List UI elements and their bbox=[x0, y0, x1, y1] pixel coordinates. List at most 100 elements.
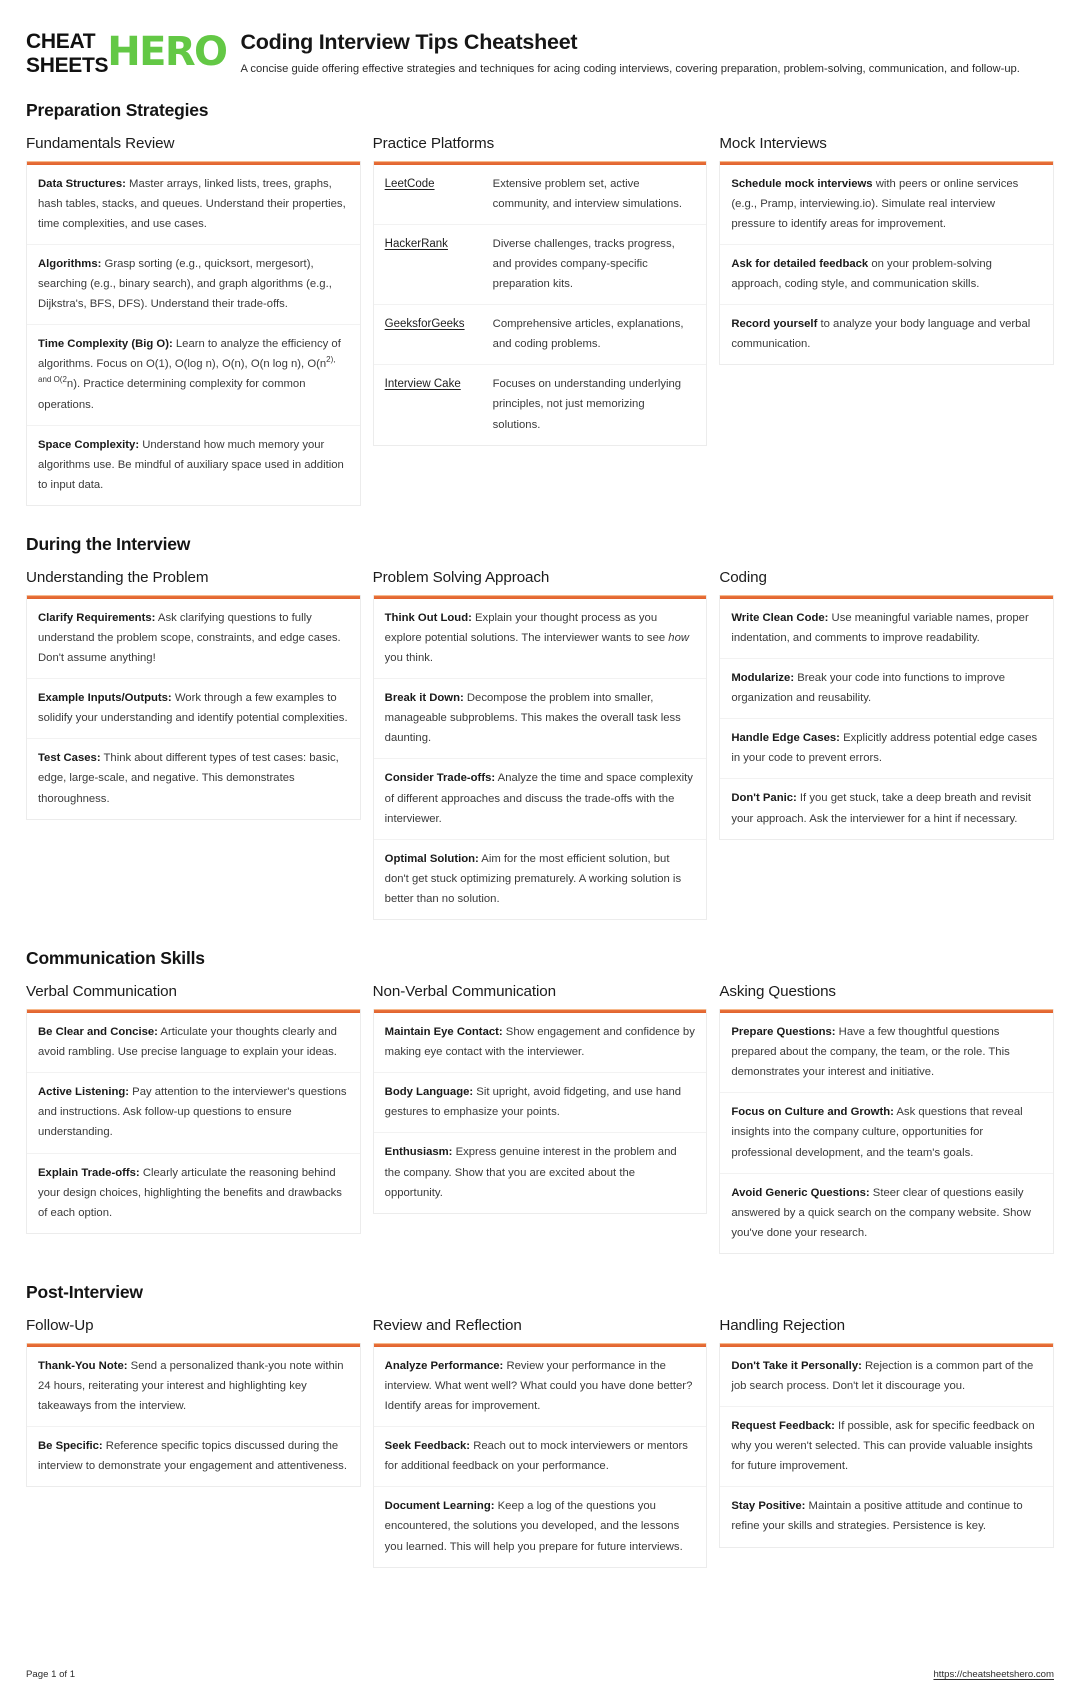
list-item: Seek Feedback: Reach out to mock intervi… bbox=[373, 1426, 707, 1486]
list-item: Don't Panic: If you get stuck, take a de… bbox=[720, 778, 1053, 838]
tip-term: Schedule mock interviews bbox=[731, 177, 873, 190]
card-column: Non-Verbal Communication Maintain Eye Con… bbox=[372, 983, 708, 1228]
card-column: Follow-Up Thank-You Note: Send a personal… bbox=[26, 1317, 361, 1501]
tip-term: Enthusiasm: bbox=[384, 1146, 453, 1159]
tip-term: Avoid Generic Questions: bbox=[731, 1186, 870, 1199]
list-item: Example Inputs/Outputs: Work through a f… bbox=[27, 678, 360, 738]
tip-term: Don't Panic: bbox=[731, 792, 797, 805]
card-title: Understanding the Problem bbox=[26, 568, 209, 586]
tip-term: Test Cases: bbox=[38, 752, 101, 765]
list-item: Stay Positive: Maintain a positive attit… bbox=[720, 1486, 1053, 1546]
tip-term: Clarify Requirements: bbox=[38, 611, 156, 624]
tip-term: Handle Edge Cases: bbox=[731, 732, 840, 745]
card-column: Asking Questions Prepare Questions: Have … bbox=[719, 983, 1054, 1268]
content-card: Write Clean Code: Use meaningful variabl… bbox=[719, 594, 1054, 840]
tip-term: Break it Down: bbox=[384, 692, 464, 705]
card-column: Understanding the Problem Clarify Require… bbox=[26, 569, 361, 834]
tip-term: Space Complexity: bbox=[38, 438, 140, 451]
tip-term: Maintain Eye Contact: bbox=[384, 1026, 503, 1039]
tip-term: Example Inputs/Outputs: bbox=[38, 692, 172, 705]
tip-term: Algorithms: bbox=[38, 257, 102, 270]
tip-term: Record yourself bbox=[731, 318, 818, 331]
table-row: GeeksforGeeks Comprehensive articles, exp… bbox=[373, 304, 707, 364]
page-subtitle: A concise guide offering effective strat… bbox=[240, 62, 1020, 75]
content-card: Prepare Questions: Have a few thoughtful… bbox=[719, 1009, 1054, 1254]
list-item: Data Structures: Master arrays, linked l… bbox=[27, 165, 360, 244]
tip-term: Analyze Performance: bbox=[384, 1359, 504, 1372]
title-block: Coding Interview Tips Cheatsheet A conci… bbox=[240, 28, 1054, 78]
content-card: Data Structures: Master arrays, linked l… bbox=[26, 160, 361, 506]
tip-term: Seek Feedback: bbox=[384, 1440, 471, 1453]
platform-name-link[interactable]: Interview Cake bbox=[385, 374, 483, 394]
page-number-label: Page 1 of 1 bbox=[26, 1668, 76, 1680]
card-title: Asking Questions bbox=[719, 983, 836, 1001]
tip-text-continued: n). Practice determining complexity for … bbox=[38, 378, 306, 411]
brand-logo-line2: SHEETS bbox=[26, 53, 109, 77]
list-item: Modularize: Break your code into functio… bbox=[720, 658, 1053, 718]
card-column: Coding Write Clean Code: Use meaningful v… bbox=[719, 569, 1054, 854]
table-row: Interview Cake Focuses on understanding u… bbox=[373, 364, 707, 444]
platform-name-link[interactable]: HackerRank bbox=[385, 234, 483, 254]
platform-description: Comprehensive articles, explanations, an… bbox=[492, 318, 684, 351]
bottom-spacer bbox=[26, 1582, 1054, 1702]
card-title: Non-Verbal Communication bbox=[372, 983, 556, 1001]
section-heading: Post-Interview bbox=[26, 1281, 143, 1302]
table-row: LeetCode Extensive problem set, active co… bbox=[374, 165, 707, 224]
tip-term: Body Language: bbox=[384, 1086, 474, 1099]
site-url-link[interactable]: https://cheatsheetshero.com bbox=[933, 1669, 1054, 1680]
list-item: Space Complexity: Understand how much me… bbox=[27, 424, 360, 505]
list-item: Prepare Questions: Have a few thoughtful… bbox=[720, 1013, 1053, 1092]
platform-name-link[interactable]: LeetCode bbox=[385, 174, 483, 194]
tip-term: Document Learning: bbox=[384, 1500, 495, 1513]
list-item: Don't Take it Personally: Rejection is a… bbox=[720, 1347, 1053, 1406]
list-item: Clarify Requirements: Ask clarifying que… bbox=[27, 599, 360, 678]
content-card: Thank-You Note: Send a personalized than… bbox=[26, 1342, 361, 1488]
list-item: Enthusiasm: Express genuine interest in … bbox=[373, 1132, 707, 1212]
list-item: Body Language: Sit upright, avoid fidget… bbox=[373, 1072, 707, 1132]
table-row: HackerRank Diverse challenges, tracks pro… bbox=[373, 223, 707, 304]
brand-logo-cheatsheets: CHEAT SHEETS bbox=[26, 30, 109, 77]
section-grid: Fundamentals Review Data Structures: Mast… bbox=[26, 135, 1054, 520]
card-column: Fundamentals Review Data Structures: Mast… bbox=[26, 135, 361, 520]
list-item: Think Out Loud: Explain your thought pro… bbox=[374, 599, 707, 678]
list-item: Avoid Generic Questions: Steer clear of … bbox=[720, 1172, 1053, 1253]
list-item: Request Feedback: If possible, ask for s… bbox=[720, 1406, 1053, 1486]
list-item: Break it Down: Decompose the problem int… bbox=[373, 678, 707, 758]
list-item: Be Specific: Reference specific topics d… bbox=[27, 1426, 360, 1486]
tip-term: Active Listening: bbox=[38, 1086, 130, 1099]
list-item: Write Clean Code: Use meaningful variabl… bbox=[720, 599, 1053, 658]
sections-container: Preparation Strategies Fundamentals Revie… bbox=[26, 100, 1054, 1582]
card-column: Review and Reflection Analyze Performance… bbox=[372, 1317, 708, 1582]
tip-term: Request Feedback: bbox=[731, 1420, 835, 1433]
card-column: Problem Solving Approach Think Out Loud: … bbox=[372, 569, 708, 934]
list-item: Ask for detailed feedback on your proble… bbox=[720, 243, 1053, 304]
card-title: Mock Interviews bbox=[719, 134, 827, 152]
platform-description: Focuses on understanding underlying prin… bbox=[492, 378, 682, 431]
card-title: Coding bbox=[719, 568, 767, 586]
tip-term: Thank-You Note: bbox=[38, 1359, 128, 1372]
tip-term: Modularize: bbox=[731, 672, 795, 685]
tip-text-continued: you think. bbox=[384, 652, 434, 665]
content-card: Maintain Eye Contact: Show engagement an… bbox=[372, 1009, 708, 1214]
content-card: Clarify Requirements: Ask clarifying que… bbox=[26, 594, 361, 820]
brand-logo: CHEAT SHEETS HERO bbox=[26, 28, 228, 77]
card-column: Mock Interviews Schedule mock interviews … bbox=[719, 135, 1054, 380]
list-item: Active Listening: Pay attention to the i… bbox=[27, 1072, 360, 1152]
list-item: Record yourself to analyze your body lan… bbox=[720, 304, 1053, 364]
content-card: Think Out Loud: Explain your thought pro… bbox=[372, 594, 708, 921]
list-item: Time Complexity (Big O): Learn to analyz… bbox=[27, 324, 360, 424]
platform-description: Extensive problem set, active community,… bbox=[492, 177, 683, 210]
list-item: Analyze Performance: Review your perform… bbox=[374, 1347, 707, 1426]
tip-emphasis: how bbox=[668, 632, 690, 645]
list-item: Explain Trade-offs: Clearly articulate t… bbox=[27, 1152, 360, 1233]
list-item: Optimal Solution: Aim for the most effic… bbox=[373, 838, 707, 919]
tip-term: Stay Positive: bbox=[731, 1500, 806, 1513]
card-title: Practice Platforms bbox=[372, 134, 495, 152]
content-card: Analyze Performance: Review your perform… bbox=[372, 1342, 708, 1568]
list-item: Schedule mock interviews with peers or o… bbox=[720, 165, 1053, 244]
content-card: LeetCode Extensive problem set, active co… bbox=[372, 160, 708, 446]
brand-logo-line1: CHEAT bbox=[26, 30, 96, 53]
tip-term: Ask for detailed feedback bbox=[731, 257, 869, 270]
platform-name-link[interactable]: GeeksforGeeks bbox=[385, 314, 483, 334]
section-heading: Communication Skills bbox=[26, 948, 205, 969]
